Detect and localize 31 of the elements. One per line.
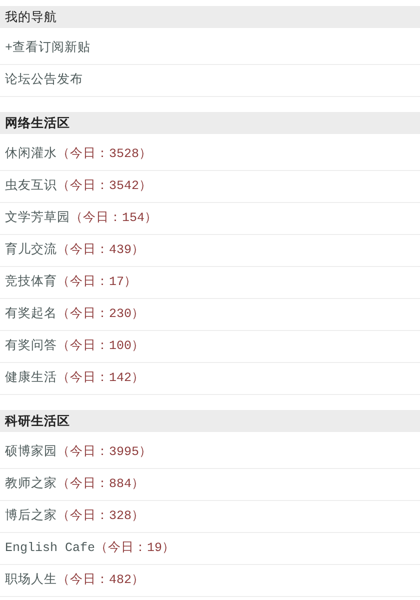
forum-link[interactable]: 有奖起名 bbox=[5, 305, 57, 324]
post-count: （今日：884） bbox=[57, 476, 145, 494]
post-count: （今日：328） bbox=[57, 508, 145, 526]
post-count: （今日：19） bbox=[95, 540, 176, 558]
post-count: （今日：3542） bbox=[57, 178, 152, 196]
post-count: （今日：17） bbox=[57, 274, 138, 292]
forum-link[interactable]: English Cafe bbox=[5, 539, 96, 558]
post-count: （今日：3995） bbox=[57, 444, 152, 462]
forum-link[interactable]: 职场人生 bbox=[5, 571, 57, 590]
forum-link[interactable]: 教师之家 bbox=[5, 475, 57, 494]
forum-link[interactable]: 有奖问答 bbox=[5, 337, 57, 356]
forum-link[interactable]: 文学芳草园 bbox=[5, 209, 70, 228]
post-count: （今日：154） bbox=[70, 210, 158, 228]
forum-link[interactable]: 论坛公告发布 bbox=[5, 71, 83, 90]
post-count: （今日：439） bbox=[57, 242, 145, 260]
forum-link[interactable]: 博后之家 bbox=[5, 507, 57, 526]
post-count: （今日：100） bbox=[57, 338, 145, 356]
section-header: 我的导航 bbox=[0, 6, 420, 28]
forum-link[interactable]: +查看订阅新贴 bbox=[5, 39, 91, 58]
post-count: （今日：230） bbox=[57, 306, 145, 324]
section-header: 科研生活区 bbox=[0, 410, 420, 432]
forum-link[interactable]: 休闲灌水 bbox=[5, 145, 57, 164]
forum-link[interactable]: 硕博家园 bbox=[5, 443, 57, 462]
section-header: 网络生活区 bbox=[0, 112, 420, 134]
post-count: （今日：3528） bbox=[57, 146, 152, 164]
post-count: （今日：142） bbox=[57, 370, 145, 388]
post-count: （今日：482） bbox=[57, 572, 145, 590]
forum-link[interactable]: 竞技体育 bbox=[5, 273, 57, 292]
forum-link[interactable]: 育儿交流 bbox=[5, 241, 57, 260]
forum-link[interactable]: 健康生活 bbox=[5, 369, 57, 388]
forum-link[interactable]: 虫友互识 bbox=[5, 177, 57, 196]
